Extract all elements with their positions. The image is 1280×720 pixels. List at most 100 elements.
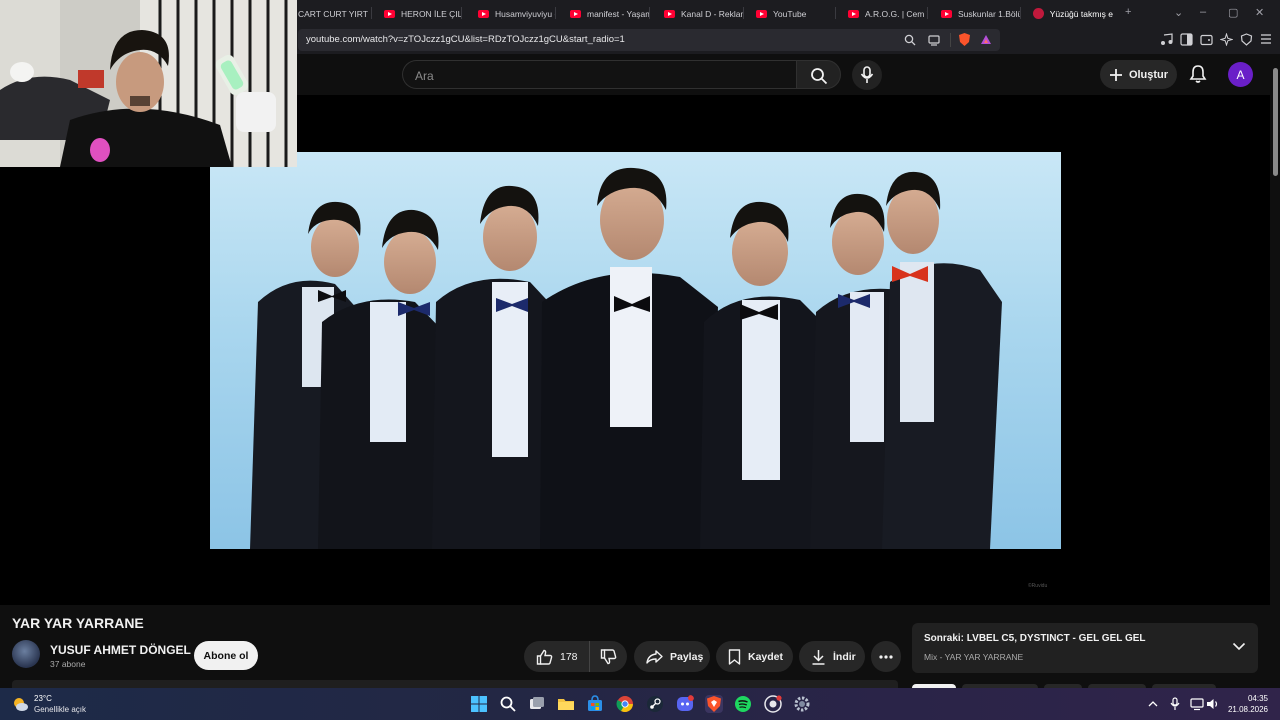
wallet-icon[interactable] bbox=[1200, 33, 1213, 46]
video-player[interactable]: ©Ruvidu bbox=[0, 95, 1270, 605]
up-next-subtitle: Mix - YAR YAR YARRANE bbox=[924, 652, 1024, 662]
page-scrollbar[interactable] bbox=[1270, 54, 1280, 686]
url-text[interactable]: youtube.com/watch?v=zTOJczz1gCU&list=RDz… bbox=[306, 34, 625, 45]
brave-shield-icon[interactable] bbox=[958, 33, 971, 47]
volume-icon[interactable] bbox=[1206, 697, 1220, 711]
tab-label: HERON İLE ÇILGI bbox=[401, 8, 462, 19]
chevron-down-icon[interactable] bbox=[1232, 642, 1246, 651]
vpn-icon[interactable] bbox=[1240, 33, 1253, 46]
thumbs-down-icon bbox=[600, 648, 617, 664]
weather-partly-cloudy-icon[interactable] bbox=[11, 695, 29, 713]
menu-icon[interactable] bbox=[1260, 33, 1272, 45]
cast-icon[interactable] bbox=[928, 34, 940, 46]
like-dislike-group: 178 bbox=[524, 641, 627, 672]
browser-tab[interactable]: Kanal D - Reklam bbox=[664, 4, 744, 23]
task-view-icon[interactable] bbox=[528, 695, 546, 713]
weather-temperature[interactable]: 23°C bbox=[34, 694, 52, 703]
new-tab-button[interactable]: + bbox=[1125, 6, 1131, 18]
video-watermark: ©Ruvidu bbox=[1028, 583, 1048, 589]
brave-browser-icon[interactable] bbox=[705, 695, 723, 713]
browser-tab[interactable]: manifest - Yaşam bbox=[570, 4, 650, 23]
tab-label: Husamviyuviyu - bbox=[495, 8, 556, 19]
save-button[interactable]: Kaydet bbox=[716, 641, 793, 672]
browser-tab[interactable]: Suskunlar 1.Bölü bbox=[941, 4, 1021, 23]
search-input[interactable]: Ara bbox=[402, 60, 796, 89]
more-horizontal-icon bbox=[879, 654, 893, 659]
webcam-overlay bbox=[0, 0, 297, 167]
clock-time[interactable]: 04:35 bbox=[1232, 694, 1268, 703]
url-field[interactable]: youtube.com/watch?v=zTOJczz1gCU&list=RDz… bbox=[298, 29, 1000, 51]
channel-avatar[interactable] bbox=[12, 640, 40, 668]
youtube-favicon-icon bbox=[384, 9, 395, 18]
tab-list-icon[interactable]: ⌄ bbox=[1174, 6, 1183, 19]
youtube-favicon-icon bbox=[848, 9, 859, 18]
weather-description[interactable]: Genellikle açık bbox=[34, 705, 86, 714]
discord-icon[interactable] bbox=[676, 695, 694, 713]
description-box-edge bbox=[12, 680, 898, 688]
download-label: İndir bbox=[833, 650, 856, 663]
up-next-label: Sonraki: LVBEL C5, DYSTINCT - GEL GEL GE… bbox=[924, 633, 1146, 644]
network-icon[interactable] bbox=[1190, 697, 1204, 711]
maximize-icon[interactable]: ▢ bbox=[1228, 6, 1238, 19]
create-button[interactable]: Oluştur bbox=[1100, 60, 1177, 89]
like-button[interactable]: 178 bbox=[524, 641, 590, 672]
youtube-favicon-icon bbox=[1033, 8, 1044, 19]
dislike-button[interactable] bbox=[590, 641, 627, 672]
browser-tab[interactable]: A.R.O.G. | Cem Y bbox=[848, 4, 928, 23]
plus-icon bbox=[1109, 68, 1122, 81]
taskbar-search-icon[interactable] bbox=[499, 695, 517, 713]
save-label: Kaydet bbox=[748, 650, 784, 663]
media-icon[interactable] bbox=[1160, 33, 1173, 46]
browser-tab[interactable]: Husamviyuviyu - bbox=[478, 4, 556, 23]
clock-date[interactable]: 21.08.2026 bbox=[1222, 705, 1268, 714]
zoom-icon[interactable] bbox=[904, 34, 916, 46]
tab-label: Kanal D - Reklam bbox=[681, 8, 744, 19]
sidebar-icon[interactable] bbox=[1180, 33, 1193, 46]
search-icon bbox=[811, 68, 828, 85]
tab-label: YouTube bbox=[773, 8, 807, 19]
more-actions-button[interactable] bbox=[871, 641, 901, 672]
video-frame[interactable] bbox=[210, 152, 1061, 549]
microphone-tray-icon[interactable] bbox=[1170, 697, 1180, 711]
settings-gear-icon[interactable] bbox=[793, 695, 811, 713]
youtube-favicon-icon bbox=[664, 9, 675, 18]
webcam-image bbox=[0, 0, 297, 167]
video-thumbnail-image bbox=[250, 167, 1002, 549]
download-button[interactable]: İndir bbox=[799, 641, 865, 672]
browser-tab[interactable]: CART CURT YIRT bbox=[298, 4, 372, 23]
subscriber-count: 37 abone bbox=[50, 659, 86, 669]
share-icon bbox=[646, 649, 663, 664]
channel-name[interactable]: YUSUF AHMET DÖNGEL bbox=[50, 643, 191, 657]
chrome-icon[interactable] bbox=[616, 695, 634, 713]
youtube-favicon-icon bbox=[478, 9, 489, 18]
file-explorer-icon[interactable] bbox=[557, 695, 575, 713]
steam-icon[interactable] bbox=[646, 695, 664, 713]
browser-tab-active[interactable]: Yüzüğü takmış e bbox=[1033, 4, 1113, 23]
microsoft-store-icon[interactable] bbox=[586, 695, 604, 713]
minimize-icon[interactable]: – bbox=[1200, 6, 1206, 18]
brave-rewards-icon[interactable] bbox=[980, 34, 992, 46]
windows-taskbar: 23°C Genellikle açık 04:35 21.08.2026 bbox=[0, 688, 1280, 720]
github-desktop-icon[interactable] bbox=[764, 695, 782, 713]
divider bbox=[950, 33, 951, 47]
youtube-favicon-icon bbox=[941, 9, 952, 18]
tab-label: Yüzüğü takmış e bbox=[1049, 8, 1113, 19]
browser-tab[interactable]: YouTube bbox=[756, 4, 836, 23]
tab-label: CART CURT YIRT bbox=[298, 8, 368, 19]
microphone-icon bbox=[860, 66, 874, 83]
subscribe-button[interactable]: Abone ol bbox=[194, 641, 258, 670]
account-avatar[interactable]: A bbox=[1228, 62, 1253, 87]
voice-search-button[interactable] bbox=[852, 60, 882, 90]
leo-ai-icon[interactable] bbox=[1220, 33, 1233, 46]
search-button[interactable] bbox=[796, 60, 841, 89]
windows-start-icon[interactable] bbox=[470, 695, 488, 713]
close-icon[interactable]: ✕ bbox=[1255, 6, 1264, 19]
create-label: Oluştur bbox=[1128, 68, 1169, 81]
scrollbar-thumb[interactable] bbox=[1273, 68, 1278, 176]
notifications-bell-icon[interactable] bbox=[1188, 64, 1208, 84]
chevron-up-icon[interactable] bbox=[1148, 700, 1158, 707]
up-next-card[interactable]: Sonraki: LVBEL C5, DYSTINCT - GEL GEL GE… bbox=[912, 623, 1258, 673]
spotify-icon[interactable] bbox=[734, 695, 752, 713]
browser-tab[interactable]: HERON İLE ÇILGI bbox=[384, 4, 462, 23]
share-button[interactable]: Paylaş bbox=[634, 641, 710, 672]
